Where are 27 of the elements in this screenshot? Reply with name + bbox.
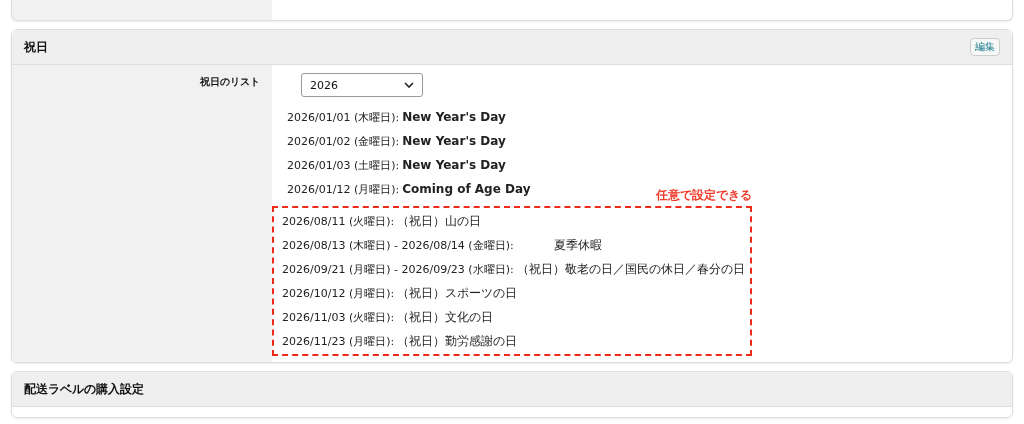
holiday-date: 2026/09/21 (月曜日) - 2026/09/23 (水曜日): [282, 261, 514, 277]
holiday-name: New Year's Day [402, 134, 506, 148]
holiday-date: 2026/10/12 (月曜日): [282, 285, 395, 301]
section-title: 配送ラベルの購入設定 [24, 380, 144, 398]
holiday-name: New Year's Day [402, 110, 506, 124]
holiday-name: Coming of Age Day [402, 182, 531, 196]
holiday-name: （祝日）敬老の日／国民の休日／春分の日 [516, 260, 745, 278]
holiday-name: （祝日）スポーツの日 [397, 284, 518, 302]
holiday-name: （祝日）文化の日 [397, 308, 494, 326]
holiday-date: 2026/08/13 (木曜日) - 2026/08/14 (金曜日): [282, 237, 514, 253]
holiday-date: 2026/01/12 (月曜日): [287, 181, 400, 197]
holiday-date: 2026/01/01 (木曜日): [287, 109, 400, 125]
holiday-name: New Year's Day [402, 158, 506, 172]
year-select[interactable]: 2026 [301, 73, 423, 97]
annotation-text: 任意で設定できる [656, 187, 752, 203]
holiday-date: 2026/08/11 (火曜日): [282, 213, 395, 229]
holiday-name: 夏季休暇 [553, 236, 602, 254]
edit-button[interactable]: 編集 [970, 38, 1000, 56]
holiday-date: 2026/11/03 (火曜日): [282, 309, 395, 325]
holiday-name: （祝日）勤労感謝の日 [397, 332, 518, 350]
holiday-date: 2026/11/23 (月曜日): [282, 333, 395, 349]
field-label: 祝日のリスト [200, 75, 260, 89]
holiday-date: 2026/01/02 (金曜日): [287, 133, 400, 149]
section-title: 祝日 [24, 38, 48, 56]
chevron-icon [404, 82, 414, 88]
holiday-name: （祝日）山の日 [397, 212, 482, 230]
holiday-date: 2026/01/03 (土曜日): [287, 157, 400, 173]
